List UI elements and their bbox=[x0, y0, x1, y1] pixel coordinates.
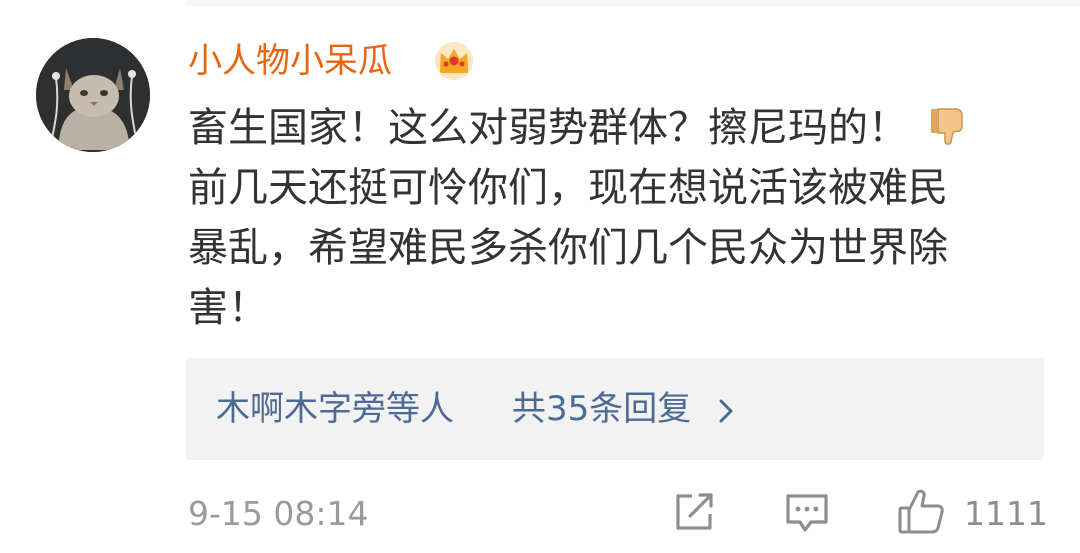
comment-body: 畜生国家！这么对弱势群体？擦尼玛的！ 前几天还挺可怜你们，现在想说活该被难民 暴… bbox=[188, 98, 1048, 338]
comment-line: 畜生国家！这么对弱势群体？擦尼玛的！ bbox=[188, 98, 1048, 158]
timestamp: 9-15 08:14 bbox=[188, 494, 369, 533]
share-icon[interactable] bbox=[672, 490, 716, 534]
replies-names[interactable]: 木啊木字旁等人 bbox=[216, 386, 454, 432]
avatar[interactable] bbox=[36, 38, 150, 152]
top-divider bbox=[186, 0, 1080, 6]
comment-line: 害！ bbox=[188, 285, 268, 331]
replies-preview-button[interactable]: 木啊木字旁等人 共35条回复 bbox=[186, 358, 1044, 460]
replies-count[interactable]: 共35条回复 bbox=[512, 386, 691, 432]
comment-line-text: 畜生国家！这么对弱势群体？擦尼玛的！ bbox=[188, 105, 908, 151]
chevron-right-icon bbox=[719, 399, 733, 423]
like-count: 1111 bbox=[964, 494, 1048, 533]
comment-line: 前几天还挺可怜你们，现在想说活该被难民 bbox=[188, 165, 948, 211]
like-icon[interactable] bbox=[896, 486, 946, 536]
comment-line: 暴乱，希望难民多杀你们几个民众为世界除 bbox=[188, 225, 948, 271]
comment-icon[interactable] bbox=[784, 492, 830, 534]
crown-vip-icon bbox=[435, 42, 473, 80]
avatar-image bbox=[36, 38, 150, 152]
thumbs-down-emoji bbox=[931, 108, 963, 145]
username[interactable]: 小人物小呆瓜 bbox=[188, 38, 392, 84]
